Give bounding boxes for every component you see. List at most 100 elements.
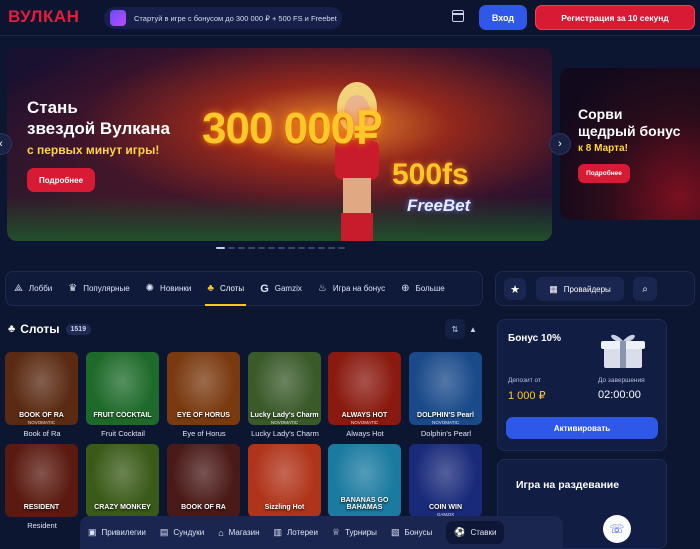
game-name[interactable]: Always Hot [325, 429, 405, 438]
logo[interactable]: ВУЛКАН [8, 7, 79, 27]
game-card[interactable]: FRUIT COCKTAIL [86, 352, 159, 425]
deposit-label: Депозит от [508, 377, 541, 384]
login-button[interactable]: Вход [479, 5, 527, 30]
game-art-title: BOOK OF RA [19, 412, 64, 419]
game-card[interactable]: ALWAYS HOT NOVOMATIC [328, 352, 401, 425]
bottom-bar: ▣ Привилегии ▤ Сундуки ⌂ Магазин ▥ Лотереи ♕… [80, 516, 563, 549]
game-name[interactable]: Fruit Cocktail [83, 429, 163, 438]
game-art-title: BOOK OF RA [181, 504, 226, 511]
bottom-chests[interactable]: ▤ Сундуки [160, 527, 204, 538]
promo-banner[interactable]: Стартуй в игре с бонусом до 300 000 ₽ + … [104, 7, 342, 29]
game-art-title: FRUIT COCKTAIL [93, 412, 152, 419]
carousel-dot[interactable] [228, 247, 235, 249]
carousel-dot[interactable] [338, 247, 345, 249]
collapse-icon[interactable]: ▲ [463, 319, 483, 339]
hero2-title: Сорви щедрый бонус [578, 106, 681, 139]
slots-title-text: Слоты [20, 322, 60, 336]
game-art-title: BANANAS GO BAHAMAS [340, 497, 389, 511]
search-icon[interactable]: ⌕ [633, 277, 657, 301]
carousel-dot[interactable] [288, 247, 295, 249]
support-chat-icon[interactable]: ☏ [603, 515, 631, 543]
bottom-tournaments[interactable]: ♕ Турниры [332, 527, 377, 538]
game-art-title: COIN WIN [428, 504, 463, 511]
bottom-bets[interactable]: ⚽ Ставки [446, 521, 505, 544]
logo-text: ВУЛКАН [8, 7, 80, 26]
top-header: ВУЛКАН Стартуй в игре с бонусом до 300 0… [0, 0, 700, 36]
bonus-icon: ▧ [390, 527, 400, 537]
carousel-dot[interactable] [216, 247, 225, 249]
carousel-dot[interactable] [328, 247, 335, 249]
activate-button[interactable]: Активировать [506, 417, 658, 439]
game-name[interactable]: Lucky Lady's Charm [245, 429, 325, 438]
game-name[interactable]: Dolphin's Pearl [406, 429, 486, 438]
carousel-dot[interactable] [308, 247, 315, 249]
hero-banner-next[interactable]: Сорви щедрый бонус к 8 Марта! Подробнее [560, 68, 700, 220]
hero2-subtitle: к 8 Марта! [578, 143, 628, 154]
nav-new[interactable]: ✺ Новинки [138, 272, 200, 305]
favorites-star-icon[interactable]: ★ [504, 278, 526, 300]
game-card[interactable]: COIN WIN GAMZIX [409, 444, 482, 517]
side-nav: ★ ▦ Провайдеры ⌕ [495, 271, 695, 306]
hero2-more-button[interactable]: Подробнее [578, 164, 630, 183]
game-provider: NOVOMATIC [271, 420, 298, 425]
bottom-privileges[interactable]: ▣ Привилегии [88, 527, 146, 538]
promo-text: Стартуй в игре с бонусом до 300 000 ₽ + … [134, 13, 337, 23]
lottery-icon: ▥ [273, 527, 283, 537]
more-icon: ⊕ [401, 283, 410, 294]
nav-slots[interactable]: ♣ Слоты [199, 272, 252, 306]
deposit-value: 1 000 ₽ [508, 390, 546, 402]
hero-amount: 300 000₽ [202, 104, 382, 153]
game-card[interactable]: Lucky Lady's Charm NOVOMATIC [248, 352, 321, 425]
carousel-dot[interactable] [258, 247, 265, 249]
providers-button[interactable]: ▦ Провайдеры [536, 277, 624, 301]
game-art-title: CRAZY MONKEY [94, 504, 151, 511]
nav-more[interactable]: ⊕ Больше [393, 272, 453, 305]
sort-icon[interactable]: ⇅ [445, 319, 465, 339]
carousel-dots [216, 247, 345, 249]
carousel-dot[interactable] [238, 247, 245, 249]
nav-lobby[interactable]: ⟁ Лобби [6, 272, 60, 305]
carousel-dot[interactable] [298, 247, 305, 249]
nav-bonus-game[interactable]: ♨ Игра на бонус [310, 272, 393, 305]
nav-gamzix[interactable]: G Gamzix [252, 272, 310, 305]
carousel-dot[interactable] [318, 247, 325, 249]
game-art-title: Lucky Lady's Charm [250, 412, 319, 419]
gift-box-icon [601, 334, 645, 368]
game-card[interactable]: DOLPHIN'S Pearl NOVOMATIC [409, 352, 482, 425]
game-card[interactable]: CRAZY MONKEY [86, 444, 159, 517]
hero-subtitle: с первых минут игры! [27, 143, 160, 157]
shop-icon: ⌂ [218, 527, 224, 538]
game-card[interactable]: BANANAS GO BAHAMAS [328, 444, 401, 517]
carousel-dot[interactable] [248, 247, 255, 249]
game-art-title: Sizzling Hot [264, 504, 305, 511]
game-name[interactable]: Resident [2, 521, 82, 530]
carousel-dot[interactable] [268, 247, 275, 249]
game-name[interactable]: Eye of Horus [164, 429, 244, 438]
bottom-bonuses[interactable]: ▧ Бонусы [391, 527, 432, 538]
bottom-lottery[interactable]: ▥ Лотереи [274, 527, 318, 538]
hero-more-button[interactable]: Подробнее [27, 168, 95, 192]
game-name[interactable]: Book of Ra [2, 429, 82, 438]
privilege-icon: ▣ [88, 527, 97, 537]
game-art-title: ALWAYS HOT [341, 412, 388, 419]
game-card[interactable]: BOOK OF RA [167, 444, 240, 517]
hero-fs: 500fs [392, 158, 469, 191]
bonus-title: Бонус 10% [508, 333, 562, 344]
nav-popular[interactable]: ♛ Популярные [60, 272, 137, 305]
game-card[interactable]: EYE OF HORUS [167, 352, 240, 425]
carousel-next-arrow-icon[interactable]: › [549, 133, 571, 155]
crown-icon: ♛ [68, 283, 78, 294]
hero-banner[interactable]: 300 000₽ 500fs FreeBet Стань звездой Вулк… [7, 48, 552, 241]
carousel-dot[interactable] [278, 247, 285, 249]
ball-icon: ⚽ [454, 527, 466, 537]
register-button[interactable]: Регистрация за 10 секунд [535, 5, 695, 30]
chest-icon: ▤ [159, 527, 169, 537]
calendar-icon[interactable] [452, 10, 464, 22]
bottom-shop[interactable]: ⌂ Магазин [218, 528, 259, 538]
timer-label: До завершения [598, 377, 645, 384]
gift-icon [110, 10, 126, 26]
game-card[interactable]: Sizzling Hot [248, 444, 321, 517]
new-icon: ✺ [145, 283, 155, 294]
game-card[interactable]: RESIDENT [5, 444, 78, 517]
game-card[interactable]: BOOK OF RA NOVOMATIC [5, 352, 78, 425]
